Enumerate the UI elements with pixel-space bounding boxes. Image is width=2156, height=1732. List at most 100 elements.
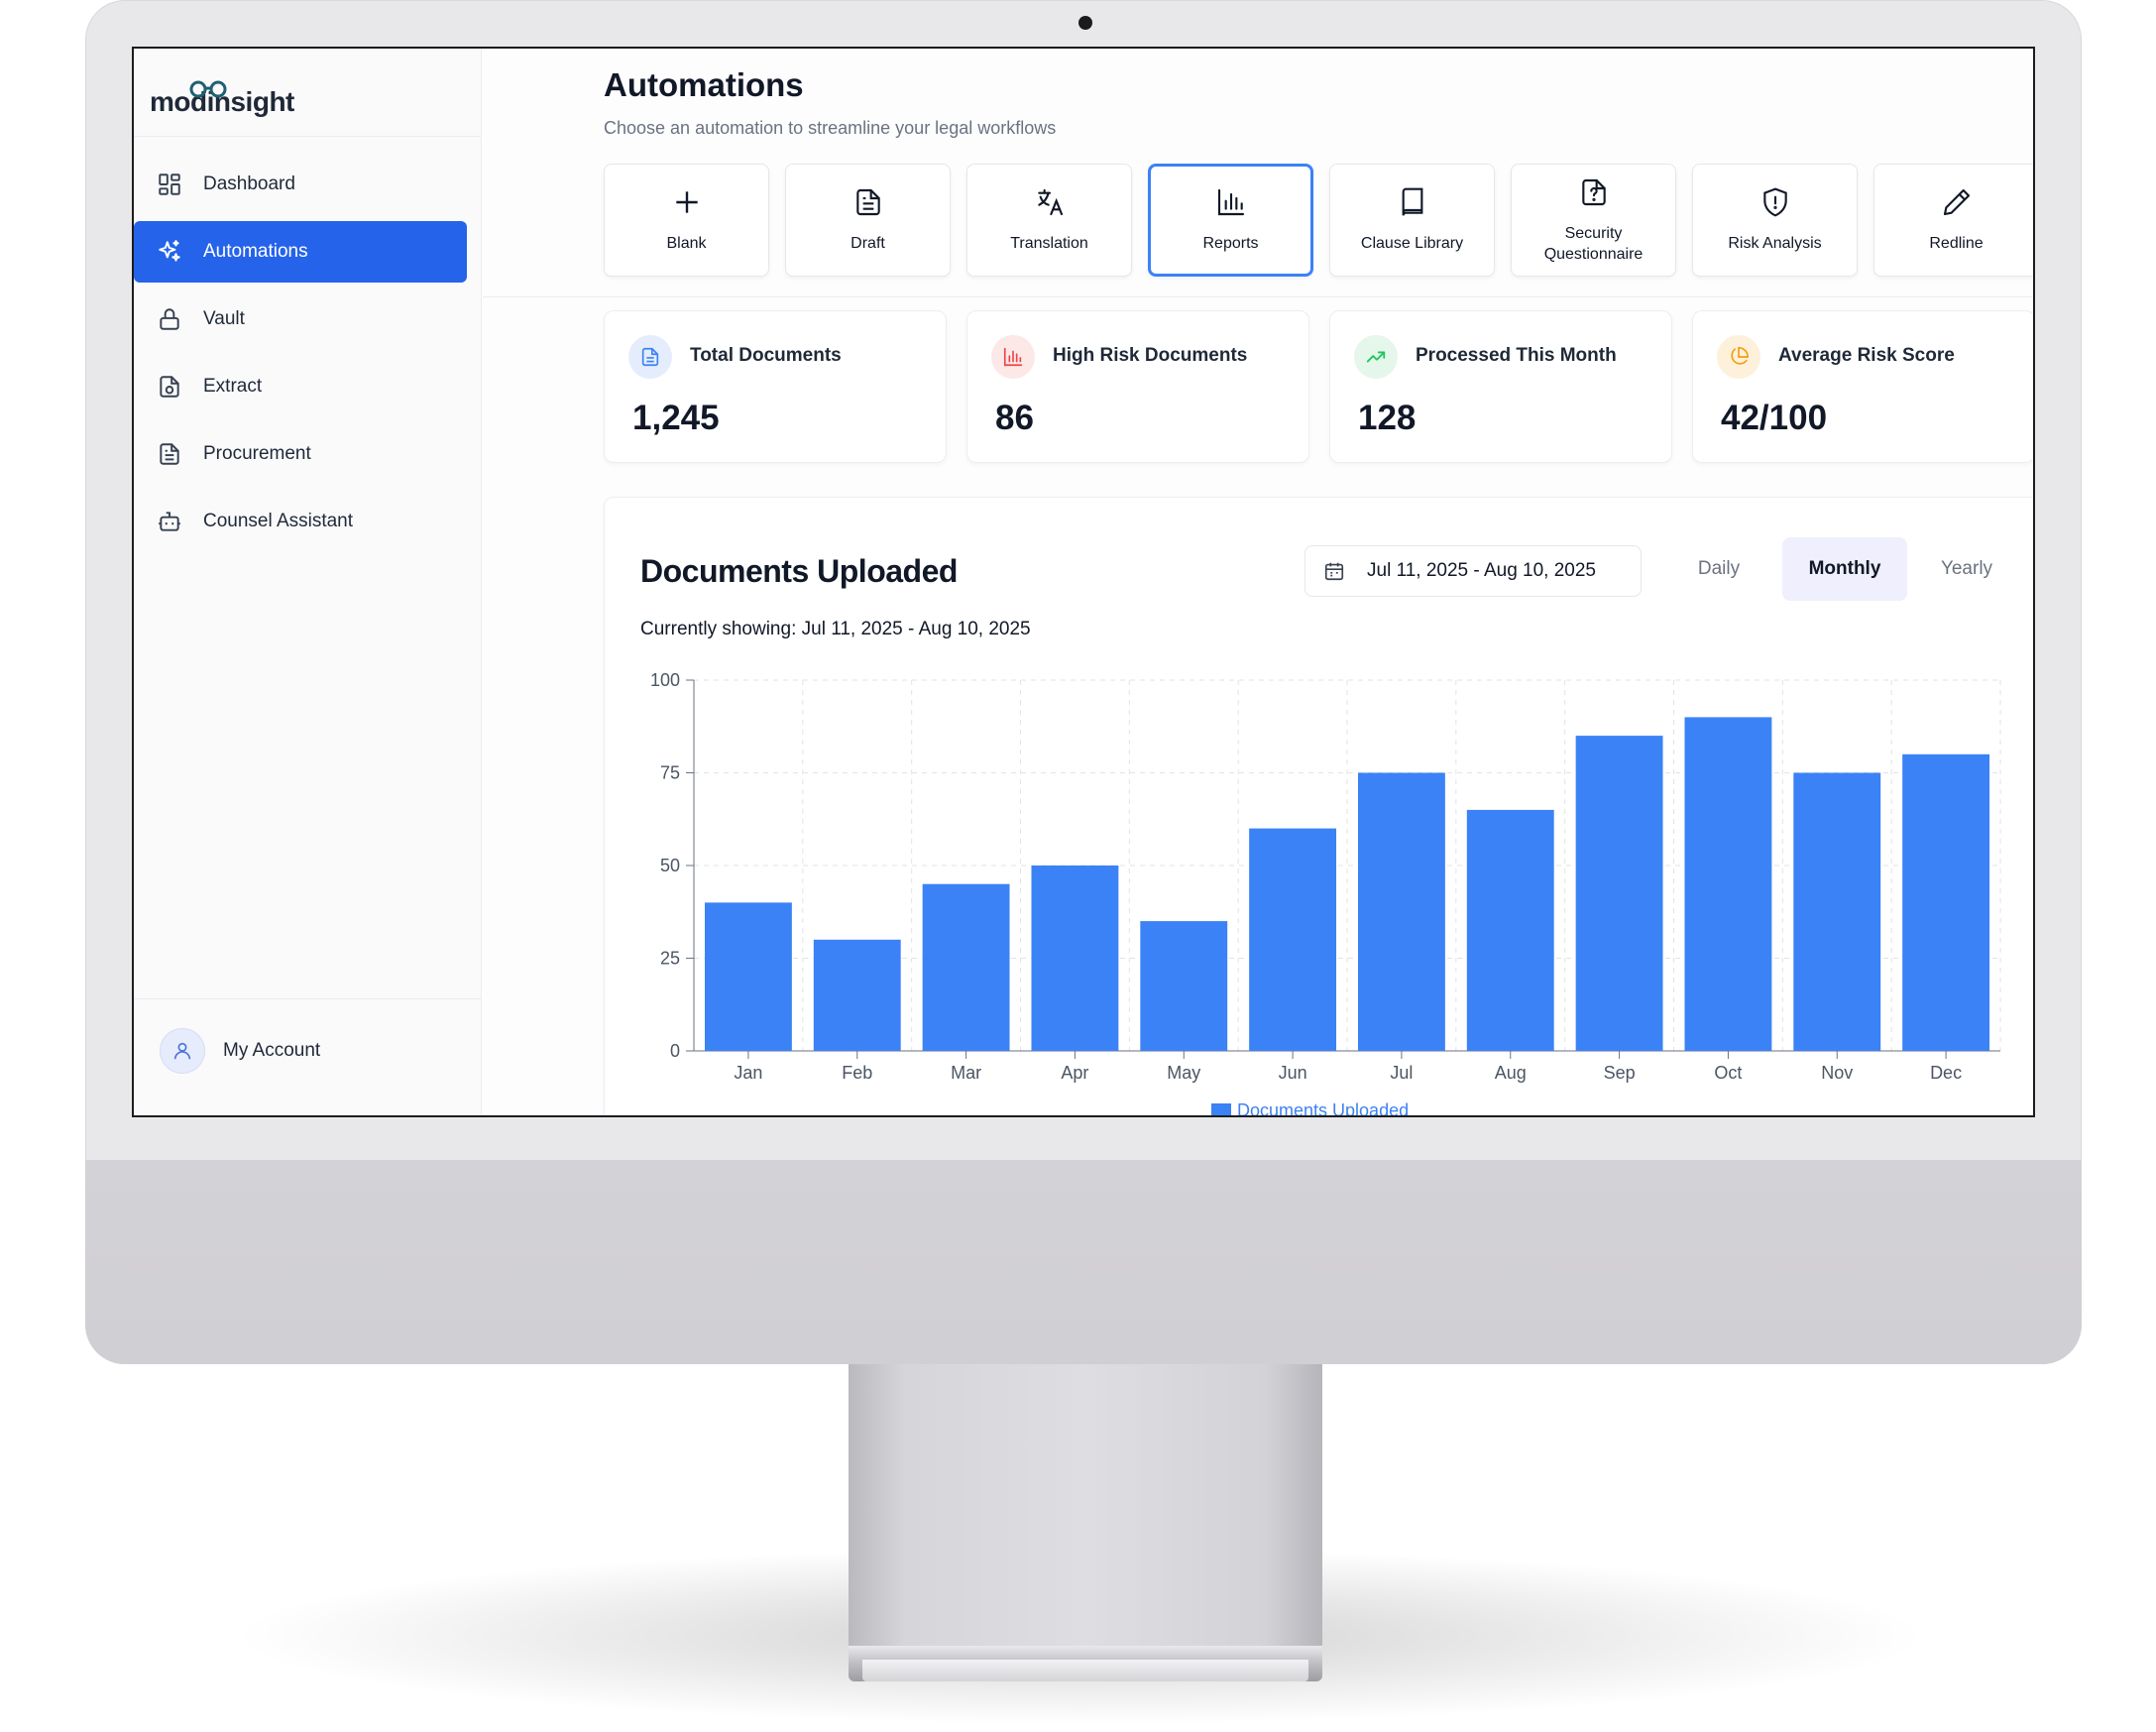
sidebar-item-label: Counsel Assistant [203, 511, 354, 531]
period-yearly-button[interactable]: Yearly [1921, 537, 2012, 601]
stat-card-total-documents: Total Documents 1,245 [604, 310, 947, 463]
x-tick-label: Mar [951, 1063, 981, 1083]
book-icon [1397, 186, 1428, 223]
user-icon [173, 1042, 191, 1060]
bar-may [1140, 921, 1228, 1051]
camera-icon [1078, 16, 1092, 30]
automation-tiles: Blank Draft Translation Reports Clause L… [604, 164, 2033, 277]
y-tick-label: 50 [660, 856, 680, 875]
bar-jun [1249, 828, 1337, 1051]
document-icon [852, 186, 884, 223]
page-title: Automations [604, 66, 804, 103]
sidebar-item-dashboard[interactable]: Dashboard [134, 154, 467, 215]
documents-uploaded-chart: 0 25 50 75 100 Jan Feb Mar Apr May Jun Jul Aug Sep Oct… [650, 670, 2001, 1083]
tile-draft[interactable]: Draft [785, 164, 951, 277]
stat-label: Average Risk Score [1778, 345, 1955, 366]
bar-nov [1793, 772, 1881, 1051]
dashboard-grid-icon [156, 171, 183, 198]
lock-icon [156, 305, 183, 333]
file-question-icon [1578, 176, 1610, 213]
x-tick-label: Jun [1279, 1063, 1307, 1083]
bar-jul [1357, 772, 1445, 1051]
stat-value: 128 [1358, 399, 1417, 437]
sidebar-item-label: Automations [203, 241, 308, 262]
tile-label: Security Questionnaire [1543, 224, 1644, 263]
page-subtitle: Choose an automation to streamline your … [604, 118, 1057, 138]
sidebar-item-automations[interactable]: Automations [134, 221, 467, 283]
document-icon [628, 335, 672, 379]
tile-clause-library[interactable]: Clause Library [1329, 164, 1495, 277]
x-tick-label: Oct [1714, 1063, 1742, 1083]
period-monthly-button[interactable]: Monthly [1782, 537, 1907, 601]
sidebar-nav: Dashboard Automations Vault Extract Proc… [134, 154, 482, 558]
x-tick-label: Jul [1390, 1063, 1413, 1083]
logo[interactable]: modinsight [150, 78, 294, 118]
bar-apr [1031, 866, 1119, 1051]
tile-label: Translation [1010, 235, 1088, 252]
stat-label: High Risk Documents [1053, 345, 1248, 366]
bar-dec [1902, 753, 1990, 1051]
document-list-icon [156, 440, 183, 468]
tile-blank[interactable]: Blank [604, 164, 769, 277]
my-account-button[interactable]: My Account [160, 1028, 320, 1074]
bar-sep [1575, 736, 1663, 1051]
monitor-chin [85, 1160, 2082, 1364]
tile-label: Reports [1202, 235, 1259, 252]
calendar-icon [1324, 562, 1344, 581]
stat-value: 42/100 [1721, 399, 1828, 437]
chart-caption: Currently showing: Jul 11, 2025 - Aug 10… [640, 619, 1031, 639]
sidebar-item-label: Vault [203, 308, 245, 329]
tile-reports[interactable]: Reports [1148, 164, 1313, 277]
y-tick-label: 0 [670, 1041, 680, 1061]
x-tick-label: Jan [734, 1063, 762, 1083]
stat-card-high-risk-documents: High Risk Documents 86 [966, 310, 1309, 463]
sidebar-item-label: Extract [203, 376, 263, 397]
bar-oct [1684, 717, 1772, 1051]
stat-card-processed-this-month: Processed This Month 128 [1329, 310, 1672, 463]
header-divider [483, 296, 2033, 297]
date-range-value: Jul 11, 2025 - Aug 10, 2025 [1367, 560, 1596, 581]
legend-swatch [1211, 1103, 1231, 1115]
legend-label: Documents Uploaded [1237, 1100, 1410, 1117]
tile-risk-analysis[interactable]: Risk Analysis [1692, 164, 1858, 277]
chart-legend[interactable]: Documents Uploaded [1211, 1100, 1410, 1117]
stat-label: Processed This Month [1416, 345, 1617, 366]
tile-label: Blank [666, 235, 707, 252]
x-tick-label: Apr [1061, 1063, 1088, 1083]
stat-label: Total Documents [690, 345, 842, 366]
tile-security-questionnaire[interactable]: Security Questionnaire [1511, 164, 1676, 277]
x-tick-label: Aug [1495, 1063, 1527, 1083]
sidebar-item-procurement[interactable]: Procurement [134, 423, 467, 485]
sidebar-item-vault[interactable]: Vault [134, 289, 467, 350]
monitor-stand-base-edge [862, 1660, 1308, 1681]
period-daily-button[interactable]: Daily [1673, 537, 1764, 601]
x-tick-label: May [1167, 1063, 1200, 1083]
main-content: Automations Choose an automation to stre… [483, 49, 2033, 1117]
tile-label: Risk Analysis [1728, 235, 1822, 252]
tile-translation[interactable]: Translation [966, 164, 1132, 277]
sidebar-item-extract[interactable]: Extract [134, 356, 467, 417]
sidebar-divider [134, 136, 482, 137]
x-tick-label: Feb [842, 1063, 872, 1083]
glasses-logo-icon [189, 80, 227, 98]
sparkles-icon [156, 238, 183, 266]
trending-up-icon [1354, 335, 1398, 379]
pie-chart-icon [1717, 335, 1760, 379]
chart-title: Documents Uploaded [640, 553, 958, 589]
x-tick-label: Dec [1930, 1063, 1962, 1083]
tile-redline[interactable]: Redline [1873, 164, 2033, 277]
period-label: Daily [1697, 558, 1741, 579]
app-screen: modinsight Dashboard Automations Vault E… [132, 47, 2035, 1117]
sidebar-item-counsel-assistant[interactable]: Counsel Assistant [134, 491, 467, 552]
sidebar-divider [134, 998, 482, 999]
x-tick-label: Nov [1821, 1063, 1853, 1083]
date-range-picker[interactable]: Jul 11, 2025 - Aug 10, 2025 [1305, 545, 1642, 597]
period-label: Yearly [1940, 558, 1993, 579]
bar-chart-icon [991, 335, 1035, 379]
stat-value: 86 [995, 399, 1034, 437]
shield-alert-icon [1759, 186, 1791, 223]
bar-chart-icon [1215, 186, 1247, 223]
extract-file-icon [156, 373, 183, 401]
sidebar: modinsight Dashboard Automations Vault E… [134, 49, 482, 1115]
stats-row: Total Documents 1,245 High Risk Document… [604, 310, 2033, 463]
